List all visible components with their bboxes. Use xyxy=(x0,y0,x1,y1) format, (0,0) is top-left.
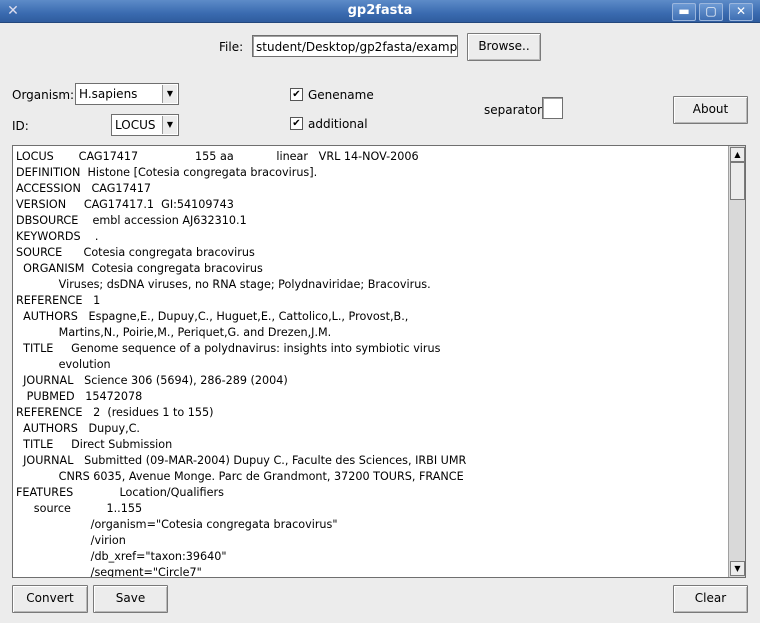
chevron-down-icon: ▼ xyxy=(162,85,177,103)
id-label: ID: xyxy=(12,119,29,133)
text-line: AUTHORS Espagne,E., Dupuy,C., Huguet,E.,… xyxy=(16,310,409,323)
genename-label: Genename xyxy=(308,88,374,102)
additional-label: additional xyxy=(308,117,368,131)
separator-input[interactable] xyxy=(542,97,563,119)
minimize-icon: ▬ xyxy=(678,4,690,18)
genbank-text[interactable]: LOCUS CAG17417 155 aa linear VRL 14-NOV-… xyxy=(13,146,745,578)
text-line: evolution xyxy=(16,358,111,371)
maximize-button[interactable]: ▢ xyxy=(699,3,723,21)
maximize-icon: ▢ xyxy=(705,4,717,18)
close-button[interactable]: ✕ xyxy=(729,3,753,21)
text-line: AUTHORS Dupuy,C. xyxy=(16,422,140,435)
text-line: JOURNAL Science 306 (5694), 286-289 (200… xyxy=(16,374,288,387)
genbank-text-area[interactable]: LOCUS CAG17417 155 aa linear VRL 14-NOV-… xyxy=(12,145,746,578)
text-line: TITLE Direct Submission xyxy=(16,438,173,451)
text-line: FEATURES Location/Qualifiers xyxy=(16,486,224,499)
organism-select[interactable]: H.sapiens ▼ xyxy=(75,83,179,105)
text-line: /organism="Cotesia congregata bracovirus… xyxy=(16,518,338,531)
chevron-down-icon: ▼ xyxy=(162,116,177,134)
browse-button[interactable]: Browse.. xyxy=(467,33,541,61)
id-select[interactable]: LOCUS ▼ xyxy=(111,114,179,136)
text-line: DEFINITION Histone [Cotesia congregata b… xyxy=(16,166,318,179)
title-bar[interactable]: ✕ gp2fasta ▬ ▢ ✕ xyxy=(0,0,760,23)
additional-checkbox[interactable]: ✔ xyxy=(290,117,303,130)
text-line: PUBMED 15472078 xyxy=(16,390,143,403)
text-line: VERSION CAG17417.1 GI:54109743 xyxy=(16,198,234,211)
text-line: CNRS 6035, Avenue Monge. Parc de Grandmo… xyxy=(16,470,464,483)
text-line: ACCESSION CAG17417 xyxy=(16,182,152,195)
file-path-input[interactable]: student/Desktop/gp2fasta/example.gp xyxy=(252,35,458,57)
convert-button[interactable]: Convert xyxy=(12,585,88,613)
text-line: TITLE Genome sequence of a polydnavirus:… xyxy=(16,342,441,355)
organism-label: Organism: xyxy=(12,88,75,102)
id-value: LOCUS xyxy=(115,118,156,132)
organism-value: H.sapiens xyxy=(79,87,138,101)
text-line: Martins,N., Poirie,M., Periquet,G. and D… xyxy=(16,326,332,339)
scroll-down-icon[interactable]: ▼ xyxy=(730,561,745,576)
text-line: ORGANISM Cotesia congregata bracovirus xyxy=(16,262,263,275)
text-line: REFERENCE 1 xyxy=(16,294,101,307)
scroll-thumb[interactable] xyxy=(730,162,745,200)
vertical-scrollbar[interactable]: ▲ ▼ xyxy=(728,146,745,577)
text-line: /db_xref="taxon:39640" xyxy=(16,550,227,563)
text-line: Viruses; dsDNA viruses, no RNA stage; Po… xyxy=(16,278,431,291)
text-line: source 1..155 xyxy=(16,502,143,515)
text-line: LOCUS CAG17417 155 aa linear VRL 14-NOV-… xyxy=(16,150,419,163)
text-line: KEYWORDS . xyxy=(16,230,99,243)
text-line: SOURCE Cotesia congregata bracovirus xyxy=(16,246,255,259)
about-button[interactable]: About xyxy=(673,96,748,124)
text-line: REFERENCE 2 (residues 1 to 155) xyxy=(16,406,214,419)
text-line: /segment="Circle7" xyxy=(16,566,202,578)
scroll-up-icon[interactable]: ▲ xyxy=(730,147,745,162)
separator-label: separator xyxy=(484,103,542,117)
minimize-button[interactable]: ▬ xyxy=(672,3,696,21)
genename-checkbox[interactable]: ✔ xyxy=(290,88,303,101)
window-title: gp2fasta xyxy=(347,3,413,18)
text-line: DBSOURCE embl accession AJ632310.1 xyxy=(16,214,247,227)
text-line: /virion xyxy=(16,534,126,547)
clear-button[interactable]: Clear xyxy=(673,585,748,613)
file-label: File: xyxy=(219,40,244,54)
text-line: JOURNAL Submitted (09-MAR-2004) Dupuy C.… xyxy=(16,454,467,467)
close-icon: ✕ xyxy=(735,4,747,18)
save-button[interactable]: Save xyxy=(93,585,168,613)
